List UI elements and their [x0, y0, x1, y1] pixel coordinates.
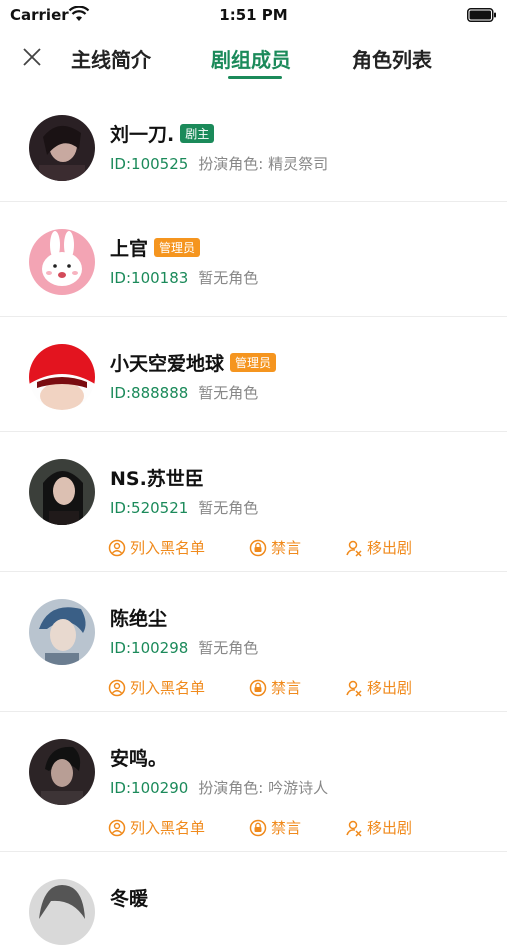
- remove-button[interactable]: 移出剧: [345, 677, 412, 698]
- avatar[interactable]: [29, 115, 95, 181]
- member-id: ID:100290: [110, 779, 189, 797]
- member-role: 暂无角色: [198, 384, 259, 402]
- blacklist-icon: [108, 539, 126, 556]
- member-row[interactable]: NS.苏世臣 ID:520521 暂无角色 列入黑名单 禁言 移出剧: [0, 432, 507, 572]
- owner-badge: 剧主: [180, 124, 215, 143]
- remove-label: 移出剧: [367, 819, 413, 837]
- member-role: 扮演角色: 精灵祭司: [198, 155, 329, 173]
- avatar[interactable]: [29, 879, 95, 945]
- member-row[interactable]: 上官 管理员 ID:100183 暂无角色: [0, 202, 507, 317]
- admin-badge: 管理员: [154, 238, 201, 257]
- member-row[interactable]: 陈绝尘 ID:100298 暂无角色 列入黑名单 禁言 移出剧: [0, 572, 507, 712]
- member-id: ID:520521: [110, 499, 189, 517]
- member-name: 安鸣。: [110, 748, 168, 770]
- member-name: 陈绝尘: [110, 608, 168, 630]
- member-id: ID:100525: [110, 155, 189, 173]
- remove-label: 移出剧: [367, 539, 413, 557]
- member-id: ID:100183: [110, 269, 189, 287]
- member-name: 刘一刀.: [110, 124, 175, 146]
- battery-icon: [467, 8, 496, 22]
- tab-crew-members[interactable]: 剧组成员: [211, 44, 291, 73]
- mute-icon: [249, 819, 267, 836]
- member-role: 暂无角色: [198, 269, 259, 287]
- blacklist-button[interactable]: 列入黑名单: [108, 677, 205, 698]
- blacklist-label: 列入黑名单: [130, 819, 206, 837]
- mute-button[interactable]: 禁言: [249, 677, 301, 698]
- blacklist-label: 列入黑名单: [130, 539, 206, 557]
- status-bar: Carrier 1:51 PM: [0, 0, 507, 32]
- blacklist-button[interactable]: 列入黑名单: [108, 537, 205, 558]
- mute-label: 禁言: [271, 539, 302, 557]
- mute-icon: [249, 679, 267, 696]
- member-name: NS.苏世臣: [110, 468, 204, 490]
- mute-button[interactable]: 禁言: [249, 537, 301, 558]
- remove-label: 移出剧: [367, 679, 413, 697]
- remove-user-icon: [346, 680, 362, 697]
- member-role: 扮演角色: 吟游诗人: [198, 779, 329, 797]
- remove-user-icon: [346, 540, 362, 557]
- avatar[interactable]: [29, 599, 95, 665]
- mute-button[interactable]: 禁言: [249, 817, 301, 838]
- mute-icon: [249, 539, 267, 556]
- member-id: ID:888888: [110, 384, 189, 402]
- member-role: 暂无角色: [198, 639, 259, 657]
- member-name: 小天空爱地球: [110, 353, 225, 375]
- blacklist-icon: [108, 679, 126, 696]
- member-name: 冬暖: [110, 888, 149, 910]
- member-row[interactable]: 小天空爱地球 管理员 ID:888888 暂无角色: [0, 317, 507, 432]
- tab-role-list[interactable]: 角色列表: [352, 44, 432, 73]
- mute-label: 禁言: [271, 819, 302, 837]
- avatar[interactable]: [29, 344, 95, 410]
- member-role: 暂无角色: [198, 499, 259, 517]
- member-row[interactable]: 冬暖: [0, 852, 507, 945]
- avatar[interactable]: [29, 229, 95, 295]
- blacklist-button[interactable]: 列入黑名单: [108, 817, 205, 838]
- blacklist-icon: [108, 819, 126, 836]
- avatar[interactable]: [29, 739, 95, 805]
- mute-label: 禁言: [271, 679, 302, 697]
- active-tab-indicator: [228, 76, 282, 79]
- clock: 1:51 PM: [219, 6, 288, 24]
- remove-button[interactable]: 移出剧: [345, 817, 412, 838]
- remove-button[interactable]: 移出剧: [345, 537, 412, 558]
- admin-badge: 管理员: [230, 353, 277, 372]
- blacklist-label: 列入黑名单: [130, 679, 206, 697]
- member-row[interactable]: 刘一刀. 剧主 ID:100525 扮演角色: 精灵祭司: [0, 88, 507, 202]
- member-row[interactable]: 安鸣。 ID:100290 扮演角色: 吟游诗人 列入黑名单 禁言 移出剧: [0, 712, 507, 852]
- close-icon[interactable]: [20, 45, 44, 69]
- member-name: 上官: [110, 238, 149, 260]
- top-nav: 主线简介 剧组成员 角色列表: [0, 32, 507, 88]
- avatar[interactable]: [29, 459, 95, 525]
- tab-main-intro[interactable]: 主线简介: [71, 44, 151, 73]
- remove-user-icon: [346, 820, 362, 837]
- member-id: ID:100298: [110, 639, 189, 657]
